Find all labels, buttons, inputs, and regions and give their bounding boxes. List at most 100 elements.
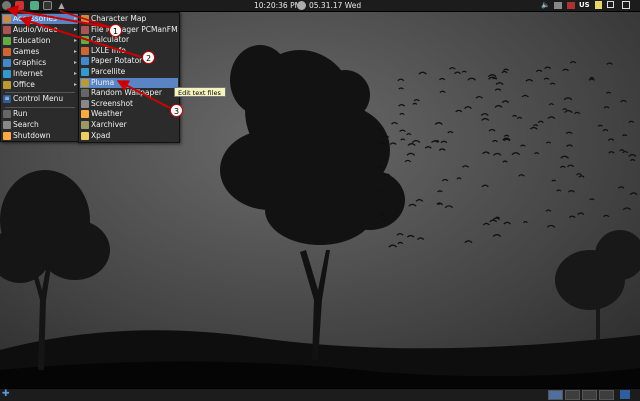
workspace-4[interactable] — [599, 390, 614, 400]
menu-item-label: Accessories — [13, 14, 57, 23]
menu-item-label: Shutdown — [13, 131, 51, 140]
wallpaper-icon — [81, 89, 89, 98]
xpad-icon — [81, 131, 89, 140]
submenu-arrow-icon: ▸ — [73, 26, 77, 33]
menu-item-graphics[interactable]: Graphics ▸ — [2, 58, 78, 68]
education-icon — [3, 37, 11, 45]
menu-item-label: Internet — [13, 69, 43, 78]
callout-1: 1 — [109, 24, 122, 37]
up-arrow-icon[interactable]: ▲ — [57, 1, 66, 10]
menu-item-label: Search — [13, 120, 39, 129]
menu-item-lxle-info[interactable]: LXLE Info — [80, 46, 178, 56]
menu-item-file-manager-pcmanfm[interactable]: File Manager PCManFM — [80, 25, 178, 35]
menu-item-control-menu[interactable]: ≡ Control Menu — [2, 94, 78, 104]
menu-item-parcellite[interactable]: Parcellite — [80, 67, 178, 77]
accessories-submenu: Character Map File Manager PCManFM Calcula… — [78, 12, 180, 143]
workspace-1[interactable] — [548, 390, 563, 400]
calendar-icon — [297, 1, 306, 10]
parcellite-icon — [81, 68, 89, 76]
main-menu-button[interactable] — [2, 1, 11, 10]
date-display[interactable]: 05.31.17 Wed — [309, 1, 361, 10]
top-panel: ▲ 10:20:36 PM 05.31.17 Wed 🔈 US — [0, 0, 640, 12]
menu-item-accessories[interactable]: Accessories ▸ — [2, 14, 78, 24]
volume-icon[interactable]: 🔈 — [541, 1, 551, 10]
clock[interactable]: 10:20:36 PM — [254, 1, 301, 10]
notes-icon[interactable] — [595, 1, 602, 9]
menu-item-label: Pluma — [91, 77, 115, 87]
menu-item-xpad[interactable]: Xpad — [80, 131, 178, 141]
office-icon — [3, 81, 11, 89]
menu-item-calculator[interactable]: Calculator — [80, 35, 178, 45]
menu-item-internet[interactable]: Internet ▸ — [2, 69, 78, 79]
weather-icon — [81, 110, 89, 119]
accessories-icon — [3, 15, 11, 23]
calculator-icon — [81, 36, 89, 45]
file-manager-launcher-icon[interactable] — [30, 1, 39, 10]
menu-separator — [5, 107, 75, 108]
keyboard-flag-icon — [567, 2, 575, 9]
battery-icon[interactable] — [607, 1, 614, 8]
menu-item-label: Screenshot — [91, 98, 133, 108]
menu-item-run[interactable]: Run — [2, 109, 78, 119]
audio-video-icon — [3, 26, 11, 34]
games-icon — [3, 48, 11, 56]
menu-item-label: Audio/Video — [13, 25, 58, 34]
browser-launcher-icon[interactable] — [15, 1, 24, 10]
network-icon[interactable] — [554, 2, 562, 9]
menu-item-label: LXLE Info — [91, 45, 126, 55]
menu-item-paper-rotator[interactable]: Paper Rotator — [80, 56, 178, 66]
workspace-3[interactable] — [582, 390, 597, 400]
menu-separator — [5, 92, 75, 93]
submenu-arrow-icon: ▸ — [73, 81, 77, 88]
paper-rotator-icon — [81, 57, 89, 66]
submenu-arrow-icon: ▸ — [73, 48, 77, 55]
search-icon — [3, 121, 11, 129]
menu-item-label: Games — [13, 47, 40, 56]
menu-item-label: Xarchiver — [91, 120, 127, 129]
main-menu: Accessories ▸ Audio/Video ▸ Education ▸ Games ▸… — [0, 12, 80, 142]
callout-2: 2 — [142, 51, 155, 64]
pluma-tooltip: Edit text files — [174, 87, 226, 97]
menu-item-label: Graphics — [13, 58, 47, 67]
menu-launcher-icon[interactable]: ✚ — [2, 390, 10, 399]
run-icon — [3, 110, 11, 118]
menu-item-shutdown[interactable]: Shutdown — [2, 131, 78, 141]
shutdown-icon — [3, 132, 11, 140]
clipboard-icon[interactable] — [622, 1, 630, 9]
menu-item-label: Calculator — [91, 35, 130, 45]
menu-item-screenshot[interactable]: Screenshot — [80, 99, 178, 109]
menu-item-pluma[interactable]: Pluma — [80, 77, 178, 88]
submenu-arrow-icon: ▸ — [73, 15, 77, 22]
character-map-icon — [81, 15, 89, 23]
submenu-arrow-icon: ▸ — [73, 70, 77, 77]
callout-3: 3 — [170, 104, 183, 117]
file-manager-icon — [81, 25, 89, 34]
menu-item-label: Character Map — [91, 14, 147, 23]
menu-item-label: Weather — [91, 109, 123, 119]
menu-item-audio-video[interactable]: Audio/Video ▸ — [2, 25, 78, 35]
xarchiver-icon — [81, 121, 89, 129]
control-menu-icon: ≡ — [3, 95, 11, 103]
menu-item-games[interactable]: Games ▸ — [2, 47, 78, 57]
workspace-2[interactable] — [565, 390, 580, 400]
menu-item-search[interactable]: Search — [2, 120, 78, 130]
pluma-icon — [81, 78, 89, 87]
menu-item-education[interactable]: Education ▸ — [2, 36, 78, 46]
keyboard-layout[interactable]: US — [579, 1, 590, 10]
menu-item-weather[interactable]: Weather — [80, 109, 178, 119]
screenshot-icon — [81, 99, 89, 108]
menu-item-character-map[interactable]: Character Map — [80, 14, 178, 24]
menu-item-label: Office — [13, 80, 35, 89]
menu-item-office[interactable]: Office ▸ — [2, 80, 78, 90]
internet-icon — [3, 70, 11, 78]
show-desktop-icon[interactable] — [620, 390, 630, 399]
terminal-launcher-icon[interactable] — [43, 1, 52, 10]
info-icon — [81, 46, 89, 55]
graphics-icon — [3, 59, 11, 67]
menu-item-xarchiver[interactable]: Xarchiver — [80, 120, 178, 130]
menu-item-label: Run — [13, 109, 28, 118]
menu-item-label: Random Wallpaper — [91, 88, 162, 98]
submenu-arrow-icon: ▸ — [73, 37, 77, 44]
submenu-arrow-icon: ▸ — [73, 59, 77, 66]
menu-item-random-wallpaper[interactable]: Random Wallpaper — [80, 88, 178, 98]
